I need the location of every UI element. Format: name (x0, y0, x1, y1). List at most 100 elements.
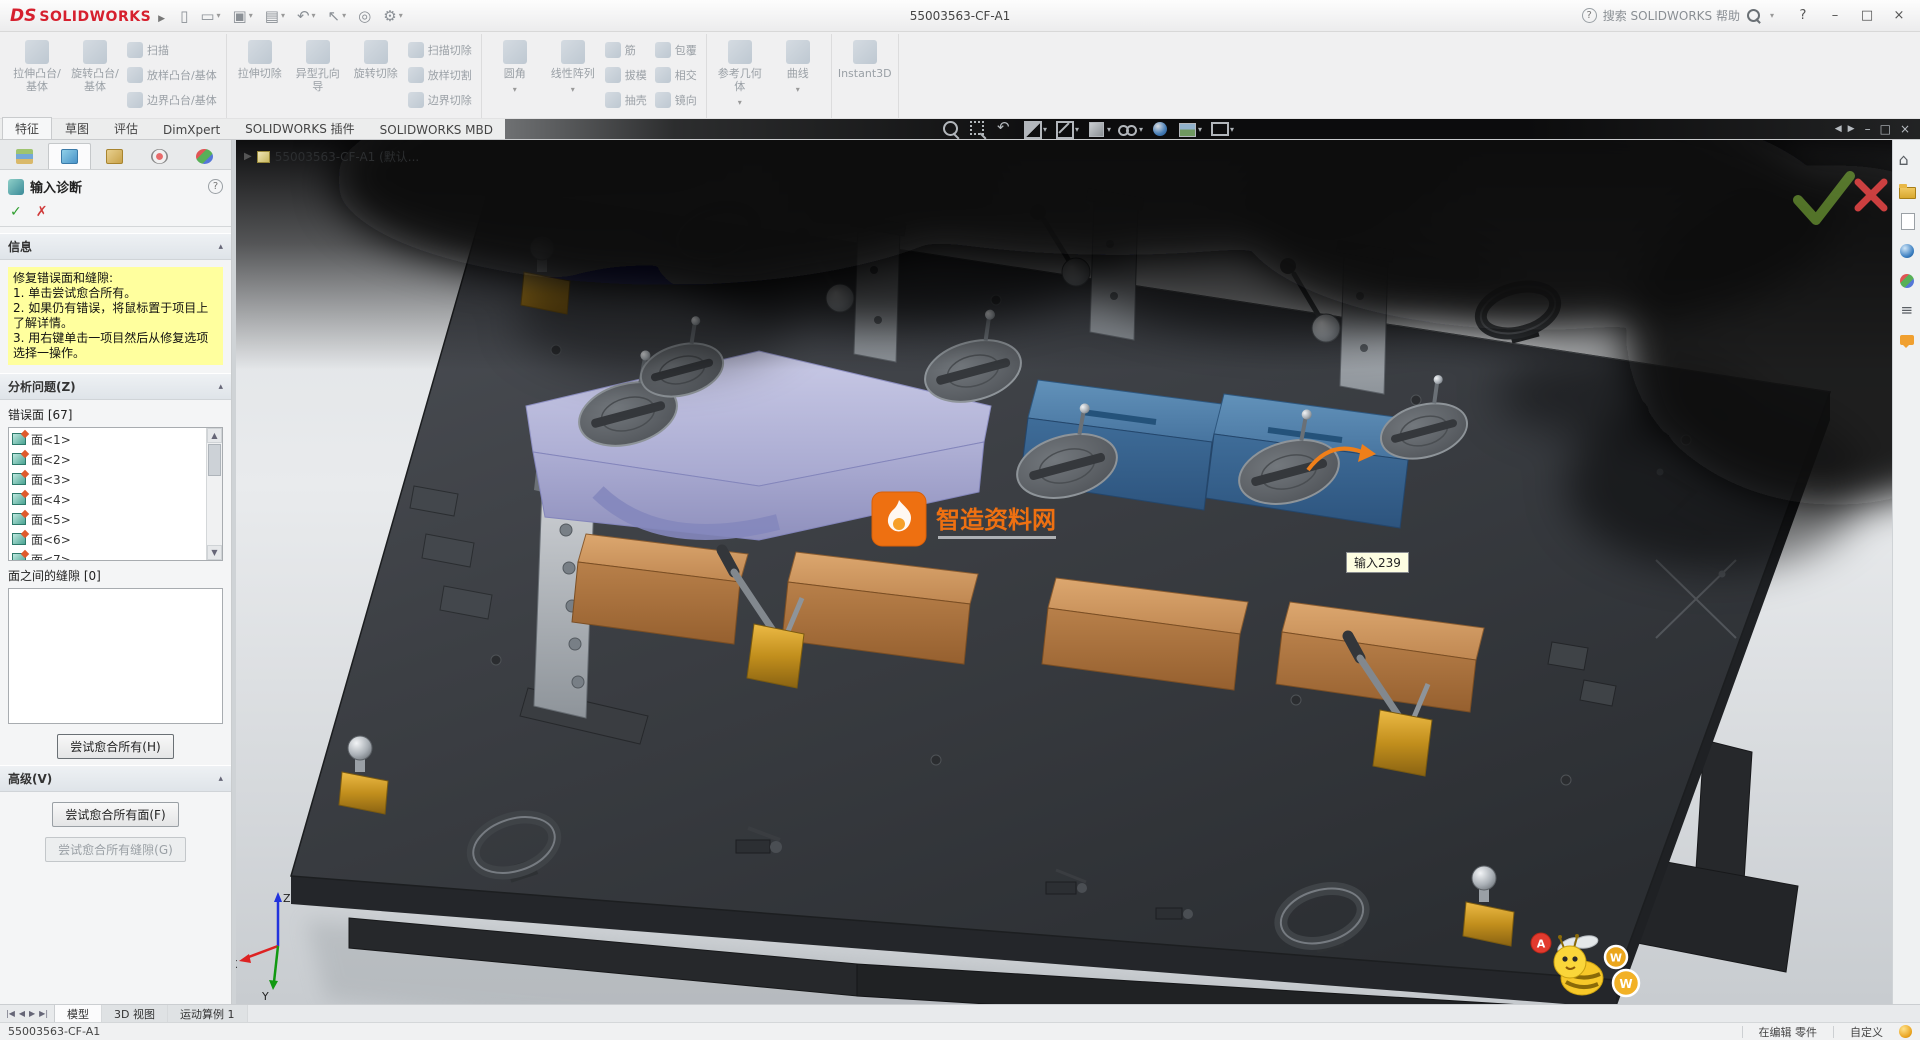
tab-scroll-arrow[interactable]: ▶ (29, 1009, 35, 1018)
ribbon-button-label: 圆角 (504, 67, 526, 80)
select-icon[interactable]: ↖ ▾ (323, 4, 352, 28)
doc-close-button[interactable]: × (1900, 122, 1910, 136)
help-button[interactable]: ? (1788, 8, 1818, 23)
model-scene[interactable]: 智造资料网 Z X Y (236, 140, 1892, 1004)
custom-properties-icon[interactable] (1898, 302, 1916, 320)
ribbon-button[interactable]: 抽壳 ▾ (601, 88, 651, 112)
search-icon[interactable] (1746, 8, 1762, 24)
ribbon-button[interactable]: 边界切除 ▾ (404, 88, 476, 112)
options-icon[interactable]: ⚙ ▾ (378, 4, 407, 28)
manager-tab[interactable] (138, 143, 181, 169)
ribbon-button[interactable]: 圆角 ▾ (487, 34, 543, 116)
ribbon-button[interactable]: 包覆 ▾ (651, 38, 701, 62)
ribbon-button[interactable]: 筋 ▾ (601, 38, 651, 62)
import-diagnostics-icon (8, 179, 24, 195)
bottom-tab[interactable]: 运动算例 1 (168, 1005, 248, 1022)
ribbon-button[interactable]: 边界凸台/基体 ▾ (123, 88, 221, 112)
nav-arrow-button[interactable]: ◀ (1835, 124, 1842, 134)
view-palette-icon[interactable] (1898, 242, 1916, 260)
graphics-area[interactable]: 智造资料网 Z X Y (236, 140, 1892, 1004)
ribbon-button[interactable]: 拔模 ▾ (601, 63, 651, 87)
manager-tab[interactable] (48, 143, 91, 169)
appearances-icon[interactable] (1898, 272, 1916, 290)
ribbon-button[interactable]: 扫描切除 ▾ (404, 38, 476, 62)
face-list-item[interactable]: 面<4> (10, 489, 205, 509)
scroll-up-button[interactable]: ▲ (207, 428, 222, 443)
ribbon-button[interactable]: 异型孔向导 ▾ (290, 34, 346, 116)
ribbon-button[interactable]: 线性阵列 ▾ (545, 34, 601, 116)
command-tab[interactable]: DimXpert (151, 121, 232, 139)
bottom-tab[interactable]: 模型 (55, 1005, 102, 1022)
help-search-input[interactable]: ? 搜索 SOLIDWORKS 帮助 ▾ (1576, 5, 1780, 26)
design-library-icon[interactable] (1898, 182, 1916, 200)
ribbon-button[interactable]: 曲线 ▾ (770, 34, 826, 116)
scroll-down-button[interactable]: ▼ (207, 545, 222, 560)
ribbon-button[interactable]: 参考几何体 ▾ (712, 34, 768, 116)
tab-scroll-arrow[interactable]: ◀ (19, 1009, 25, 1018)
doc-minimize-button[interactable]: – (1865, 122, 1871, 136)
command-tab[interactable]: 草图 (53, 118, 101, 139)
save-icon[interactable]: ▣ ▾ (228, 4, 258, 28)
command-tab[interactable]: SOLIDWORKS MBD (368, 121, 505, 139)
ribbon-button[interactable]: 放样切割 ▾ (404, 63, 476, 87)
logo-expand-icon[interactable]: ▶ (158, 14, 165, 24)
home-icon[interactable] (1898, 152, 1916, 170)
nav-arrow-button[interactable]: ▶ (1848, 124, 1855, 134)
help-icon[interactable]: ? (208, 179, 223, 194)
document-tab[interactable]: ▶ 55003563-CF-A1 (默认... (244, 148, 419, 165)
face-list-item[interactable]: 面<1> (10, 429, 205, 449)
document-nav-arrows: ◀▶ (1835, 124, 1855, 134)
manager-tab[interactable] (93, 143, 136, 169)
tab-scroll-arrow[interactable]: |◀ (6, 1009, 15, 1018)
doc-restore-button[interactable]: □ (1880, 122, 1891, 136)
manager-tab[interactable] (183, 143, 226, 169)
cancel-button[interactable]: ✗ (36, 204, 48, 220)
ribbon-button[interactable]: 镜向 ▾ (651, 88, 701, 112)
ribbon-button[interactable]: 旋转凸台/基体 ▾ (67, 34, 123, 116)
faulty-faces-listbox[interactable]: 面<1> 面<2> 面<3> (8, 427, 223, 561)
heal-all-button[interactable]: 尝试愈合所有(H) (57, 734, 173, 759)
tree-expand-icon[interactable]: ▶ (244, 151, 252, 162)
forum-icon[interactable] (1898, 332, 1916, 350)
gaps-listbox[interactable] (8, 588, 223, 724)
face-list-item[interactable]: 面<5> (10, 509, 205, 529)
rebuild-icon[interactable]: ◎ ▾ (353, 4, 376, 28)
ribbon-button[interactable]: 拉伸切除 ▾ (232, 34, 288, 116)
chevron-down-icon: ▾ (513, 83, 517, 96)
maximize-button[interactable]: □ (1852, 8, 1882, 23)
ok-button[interactable]: ✓ (10, 204, 22, 220)
tab-scroll-arrow[interactable]: ▶| (39, 1009, 48, 1018)
bottom-tab[interactable]: 3D 视图 (102, 1005, 168, 1022)
ribbon-button[interactable]: 旋转切除 ▾ (348, 34, 404, 116)
analyze-section-header[interactable]: 分析问题(Z) ▴ (0, 373, 231, 400)
heal-all-faces-button[interactable]: 尝试愈合所有面(F) (52, 802, 178, 827)
ribbon-button[interactable]: Instant3D ▾ (837, 34, 893, 116)
face-list-item[interactable]: 面<7> (10, 549, 205, 560)
status-ball-icon[interactable] (1899, 1025, 1912, 1038)
ribbon-button[interactable]: 相交 ▾ (651, 63, 701, 87)
command-tab[interactable]: 评估 (102, 118, 150, 139)
command-tab[interactable]: SOLIDWORKS 插件 (233, 118, 366, 139)
ribbon-button[interactable]: 放样凸台/基体 ▾ (123, 63, 221, 87)
manager-tab[interactable] (3, 143, 46, 169)
new-document-icon[interactable]: ▯ ▾ (175, 4, 193, 28)
print-icon[interactable]: ▤ ▾ (260, 4, 290, 28)
status-customize[interactable]: 自定义 (1850, 1024, 1883, 1040)
ribbon-button[interactable]: 拉伸凸台/基体 ▾ (9, 34, 65, 116)
command-tab[interactable]: 特征 (2, 117, 52, 139)
open-icon[interactable]: ▭ ▾ (195, 4, 225, 28)
chevron-down-icon[interactable]: ▾ (1770, 11, 1774, 20)
advanced-section-header[interactable]: 高级(V) ▴ (0, 765, 231, 792)
command-tabs: 特征 草图 评估 DimXpert SOLIDWORKS 插件 SOLIDWOR… (0, 119, 505, 139)
undo-icon[interactable]: ↶ ▾ (292, 4, 321, 28)
list-scrollbar[interactable]: ▲ ▼ (206, 428, 222, 560)
file-explorer-icon[interactable] (1898, 212, 1916, 230)
close-button[interactable]: × (1884, 8, 1914, 23)
minimize-button[interactable]: – (1820, 8, 1850, 23)
face-list-item[interactable]: 面<3> (10, 469, 205, 489)
face-list-item[interactable]: 面<2> (10, 449, 205, 469)
scroll-thumb[interactable] (208, 444, 221, 476)
message-section-header[interactable]: 信息 ▴ (0, 233, 231, 260)
ribbon-button[interactable]: 扫描 ▾ (123, 38, 221, 62)
face-list-item[interactable]: 面<6> (10, 529, 205, 549)
